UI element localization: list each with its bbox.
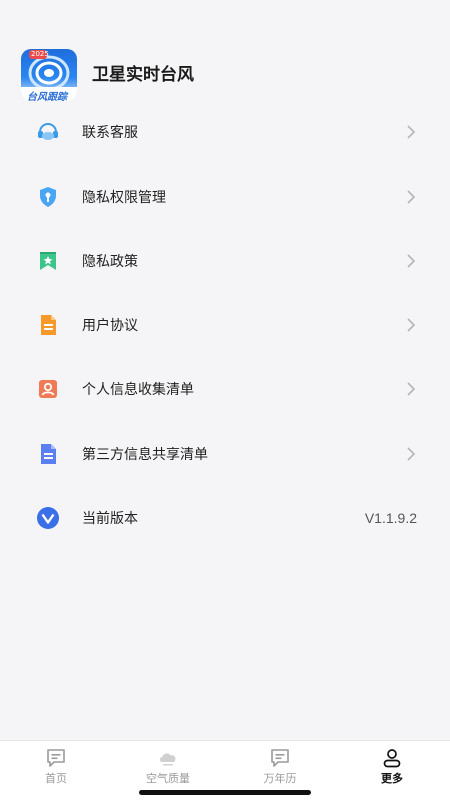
logo-badge: 2025 <box>31 50 49 58</box>
menu-item-privacy-permission[interactable]: 隐私权限管理 <box>0 172 450 222</box>
chevron-right-icon <box>407 447 416 461</box>
menu-item-label: 隐私权限管理 <box>82 190 166 206</box>
menu-item-third-party-list[interactable]: 第三方信息共享清单 <box>0 429 450 479</box>
air-quality-icon <box>159 753 176 766</box>
home-message-icon <box>47 749 65 767</box>
bookmark-star-icon <box>36 249 60 273</box>
tab-label: 空气质量 <box>146 772 190 785</box>
menu-item-label: 隐私政策 <box>82 254 138 270</box>
home-indicator <box>139 790 311 795</box>
profile-icon <box>383 749 401 768</box>
tab-calendar[interactable]: 万年历 <box>224 741 336 791</box>
logo-text: 台风跟踪 <box>27 92 67 101</box>
menu-item-label: 用户协议 <box>82 318 138 334</box>
app-logo: 2025 台风跟踪 <box>21 49 77 101</box>
tab-home[interactable]: 首页 <box>0 741 112 791</box>
version-v-icon <box>36 506 60 530</box>
document-icon <box>36 313 60 337</box>
menu-item-current-version: 当前版本 V1.1.9.2 <box>0 493 450 543</box>
share-list-icon <box>36 442 60 466</box>
menu-item-label: 联系客服 <box>82 125 138 141</box>
customer-service-icon <box>36 120 60 144</box>
chevron-right-icon <box>407 190 416 204</box>
tab-more[interactable]: 更多 <box>336 741 448 791</box>
tab-air-quality[interactable]: 空气质量 <box>112 741 224 791</box>
menu-item-label: 第三方信息共享清单 <box>82 447 208 463</box>
menu-item-customer-service[interactable]: 联系客服 <box>0 107 450 157</box>
version-label: 当前版本 <box>82 511 138 527</box>
privacy-shield-icon <box>36 185 60 209</box>
menu-item-user-agreement[interactable]: 用户协议 <box>0 300 450 350</box>
tab-label: 更多 <box>381 772 403 785</box>
tab-label: 万年历 <box>263 772 297 785</box>
menu-item-label: 个人信息收集清单 <box>82 382 194 398</box>
chevron-right-icon <box>407 125 416 139</box>
app-title: 卫星实时台风 <box>92 65 194 85</box>
menu-item-personal-info-list[interactable]: 个人信息收集清单 <box>0 364 450 414</box>
chevron-right-icon <box>407 318 416 332</box>
chevron-right-icon <box>407 254 416 268</box>
menu-item-privacy-policy[interactable]: 隐私政策 <box>0 236 450 286</box>
chevron-right-icon <box>407 382 416 396</box>
tab-label: 首页 <box>45 772 67 785</box>
calendar-icon <box>271 749 289 767</box>
version-value: V1.1.9.2 <box>364 510 417 526</box>
app-header: 2025 台风跟踪 卫星实时台风 <box>0 44 450 101</box>
personal-info-icon <box>36 377 60 401</box>
